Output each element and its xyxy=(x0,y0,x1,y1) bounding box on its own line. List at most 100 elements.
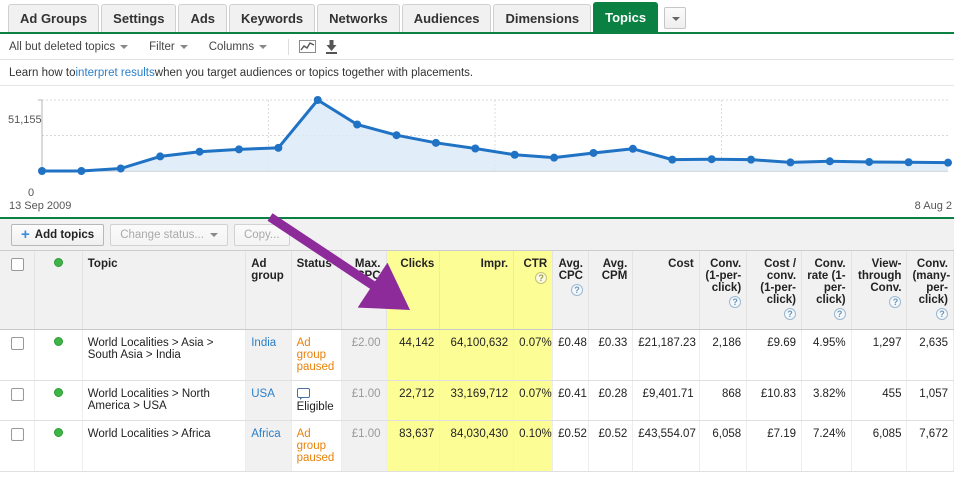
cell-cost: £43,554.07 xyxy=(632,420,700,472)
row-checkbox[interactable] xyxy=(10,336,24,350)
columns-dropdown[interactable]: Columns xyxy=(209,41,276,53)
help-icon[interactable]: ? xyxy=(889,296,902,308)
add-topics-button[interactable]: + Add topics xyxy=(11,223,105,246)
cell-impr: 33,169,712 xyxy=(439,380,515,421)
page-root: Ad Groups Settings Ads Keywords Networks Audi… xyxy=(0,0,954,500)
column-header-view-through[interactable]: View-through Conv.? xyxy=(851,251,908,330)
help-icon[interactable]: ? xyxy=(784,308,797,320)
chevron-down-icon xyxy=(120,44,129,49)
chevron-down-icon[interactable] xyxy=(664,7,687,29)
column-header-status-dot[interactable] xyxy=(34,251,83,330)
status-dot-icon xyxy=(54,336,64,346)
chevron-down-icon xyxy=(259,44,268,49)
table-row[interactable]: World Localities > North America > USA US… xyxy=(0,380,954,421)
cell-status: Eligible xyxy=(291,380,343,421)
help-icon[interactable]: ? xyxy=(535,272,548,284)
tab-ads[interactable]: Ads xyxy=(178,4,228,32)
status-dot-icon xyxy=(54,258,64,267)
tab-dimensions[interactable]: Dimensions xyxy=(493,4,592,32)
add-topics-label: Add topics xyxy=(34,228,95,241)
cell-ctr: 0.07% xyxy=(513,380,554,421)
cell-topic: World Localities > Asia > South Asia > I… xyxy=(82,329,247,381)
cell-conv-1pc: 6,058 xyxy=(699,420,748,472)
cell-avg-cpc: £0.52 xyxy=(552,420,589,472)
tab-networks[interactable]: Networks xyxy=(317,4,400,32)
cell-avg-cpc: £0.41 xyxy=(552,380,589,421)
column-header-label: Conv. (many-per-click) xyxy=(912,258,951,306)
cell-ad-group-link[interactable]: Africa xyxy=(245,420,292,472)
main-tab-bar: Ad Groups Settings Ads Keywords Networks Audi… xyxy=(0,0,954,34)
table-row[interactable]: World Localities > Asia > South Asia > I… xyxy=(0,329,954,381)
cell-conv-1pc: 868 xyxy=(699,380,748,421)
column-header-cost[interactable]: Cost xyxy=(632,251,700,330)
column-header-status[interactable]: Status xyxy=(291,251,343,330)
help-icon[interactable]: ? xyxy=(833,308,846,320)
select-all-checkbox[interactable] xyxy=(10,258,24,271)
cell-view-through: 1,297 xyxy=(851,329,908,381)
cell-cost: £9,401.71 xyxy=(632,380,700,421)
help-icon[interactable]: ? xyxy=(936,308,948,320)
cell-clicks: 83,637 xyxy=(386,420,441,472)
column-header-cost-conv-1pc[interactable]: Cost / conv. (1-per-click)? xyxy=(746,251,803,330)
cell-view-through: 6,085 xyxy=(851,420,908,472)
chevron-down-icon xyxy=(179,44,188,49)
column-header-conv-1pc[interactable]: Conv. (1-per-click)? xyxy=(699,251,748,330)
chevron-down-icon xyxy=(209,232,218,237)
column-header-avg-cpc[interactable]: Avg. CPC? xyxy=(552,251,589,330)
cell-clicks: 44,142 xyxy=(386,329,441,381)
chart-x-axis-start: 13 Sep 2009 xyxy=(9,200,72,212)
cell-conv-rate-1pc: 7.24% xyxy=(801,420,852,472)
filter-label: Filter xyxy=(149,40,175,53)
cell-status: Ad group paused xyxy=(291,420,343,472)
table-head: Topic Ad group Status Max. CPC Clicks Impr. CT… xyxy=(0,251,954,330)
copy-button[interactable]: Copy... xyxy=(233,223,290,246)
row-checkbox[interactable] xyxy=(10,427,24,441)
cell-cost-conv-1pc: £10.83 xyxy=(746,380,803,421)
plus-icon: + xyxy=(21,226,30,243)
row-status-dot-cell xyxy=(34,329,83,381)
line-chart-icon[interactable] xyxy=(297,37,317,57)
column-header-label: Max. CPC xyxy=(354,258,381,282)
tab-settings[interactable]: Settings xyxy=(101,4,177,32)
tab-ad-groups[interactable]: Ad Groups xyxy=(8,4,100,32)
column-header-ad-group[interactable]: Ad group xyxy=(245,251,292,330)
column-header-topic[interactable]: Topic xyxy=(82,251,247,330)
column-header-ctr[interactable]: CTR? xyxy=(513,251,554,330)
help-icon[interactable]: ? xyxy=(570,284,583,296)
cell-ad-group-link[interactable]: USA xyxy=(245,380,292,421)
column-header-conv-manypc[interactable]: Conv. (many-per-click)? xyxy=(906,251,954,330)
column-header-label: View-through Conv. xyxy=(858,258,902,294)
column-header-impr[interactable]: Impr. xyxy=(439,251,515,330)
filter-scope-dropdown[interactable]: All but deleted topics xyxy=(9,41,137,53)
change-status-button[interactable]: Change status... xyxy=(110,223,228,246)
tab-topics[interactable]: Topics xyxy=(593,2,659,32)
table-row[interactable]: World Localities > Africa Africa Ad group … xyxy=(0,420,954,472)
cell-topic: World Localities > Africa xyxy=(82,420,247,472)
cell-clicks: 22,712 xyxy=(386,380,441,421)
row-checkbox-cell xyxy=(0,420,36,472)
cell-avg-cpc: £0.48 xyxy=(552,329,589,381)
column-header-clicks[interactable]: Clicks xyxy=(386,251,441,330)
cell-ad-group-link[interactable]: India xyxy=(245,329,292,381)
tab-audiences[interactable]: Audiences xyxy=(401,4,492,32)
row-checkbox[interactable] xyxy=(10,387,24,401)
status-dot-icon xyxy=(54,427,64,437)
column-header-avg-cpm[interactable]: Avg. CPM xyxy=(588,251,634,330)
table-toolbar: All but deleted topics Filter Columns xyxy=(0,34,954,60)
filter-dropdown[interactable]: Filter xyxy=(149,41,197,53)
column-header-max-cpc[interactable]: Max. CPC xyxy=(341,251,387,330)
table-action-bar: + Add topics Change status... Copy... xyxy=(0,219,954,251)
performance-chart[interactable] xyxy=(0,86,954,219)
interpret-results-link[interactable]: interpret results xyxy=(76,67,155,79)
download-icon[interactable] xyxy=(321,37,341,57)
cell-topic: World Localities > North America > USA xyxy=(82,380,247,421)
cell-conv-1pc: 2,186 xyxy=(699,329,748,381)
column-header-label: Impr. xyxy=(480,258,509,270)
tab-keywords[interactable]: Keywords xyxy=(229,4,316,32)
column-header-conv-rate-1pc[interactable]: Conv. rate (1-per-click)? xyxy=(801,251,852,330)
toolbar-divider xyxy=(288,38,290,55)
help-icon[interactable]: ? xyxy=(729,296,742,308)
row-checkbox-cell xyxy=(0,329,36,381)
column-header-label: Conv. (1-per-click) xyxy=(705,258,742,294)
column-header-checkbox[interactable] xyxy=(0,251,36,330)
